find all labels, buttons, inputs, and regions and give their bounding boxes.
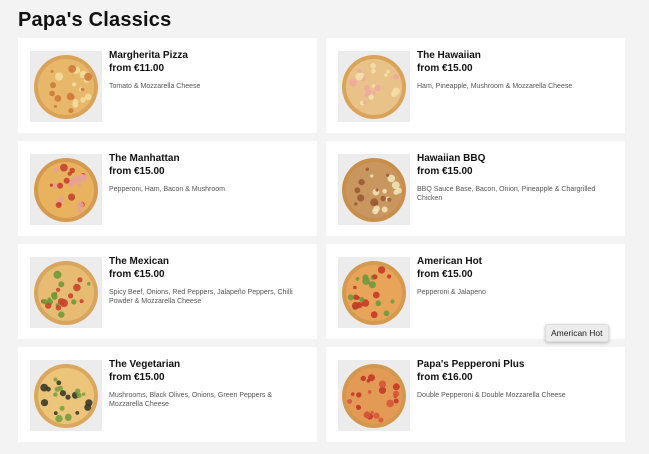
- item-price: from €15.00: [109, 166, 165, 177]
- pizza-graphic: [34, 157, 98, 222]
- tooltip: American Hot: [545, 324, 609, 342]
- pizza-graphic: [342, 260, 406, 325]
- item-price: from €11.00: [109, 63, 165, 74]
- item-name: Margherita Pizza: [109, 50, 188, 61]
- item-price: from €15.00: [417, 63, 473, 74]
- menu-card[interactable]: The Manhattan from €15.00 Pepperoni, Ham…: [18, 141, 317, 236]
- item-description: Tomato & Mozzarella Cheese: [109, 83, 201, 90]
- item-description: Ham, Pineapple, Mushroom & Mozzarella Ch…: [417, 83, 573, 90]
- item-description: Double Pepperoni & Double Mozzarella Che…: [417, 392, 566, 399]
- item-price: from €15.00: [417, 269, 473, 280]
- item-description: Mushrooms, Black Olives, Onions, Green P…: [109, 392, 273, 408]
- menu-card[interactable]: The Vegetarian from €15.00 Mushrooms, Bl…: [18, 347, 317, 442]
- pizza-graphic: [34, 363, 98, 428]
- item-price: from €15.00: [109, 372, 165, 383]
- pizza-graphic: [34, 54, 98, 119]
- pizza-hawaiian: [338, 51, 410, 122]
- pizza-american-hot: [338, 257, 410, 328]
- pizza-manhattan: [30, 154, 102, 225]
- page-title: Papa's Classics: [18, 9, 172, 31]
- menu-card[interactable]: Papa's Pepperoni Plus from €16.00 Double…: [326, 347, 625, 442]
- item-name: Hawaiian BBQ: [417, 153, 486, 164]
- pizza-hawaiian-bbq: [338, 154, 410, 225]
- item-name: The Hawaiian: [417, 50, 481, 61]
- menu-card[interactable]: The Mexican from €15.00 Spicy Beef, Onio…: [18, 244, 317, 339]
- menu-card[interactable]: Hawaiian BBQ from €15.00 BBQ Sauce Base,…: [326, 141, 625, 236]
- pizza-graphic: [342, 363, 406, 428]
- item-name: American Hot: [417, 256, 483, 267]
- pizza-graphic: [34, 260, 98, 325]
- menu-card[interactable]: The Hawaiian from €15.00 Ham, Pineapple,…: [326, 38, 625, 133]
- item-price: from €16.00: [417, 372, 473, 383]
- item-name: Papa's Pepperoni Plus: [417, 359, 525, 370]
- pizza-graphic: [342, 54, 406, 119]
- pizza-pepperoni-plus: [338, 360, 410, 431]
- pizza-mexican: [30, 257, 102, 328]
- item-description: Spicy Beef, Onions, Red Peppers, Jalapeñ…: [109, 289, 293, 305]
- item-description: BBQ Sauce Base, Bacon, Onion, Pineapple …: [417, 186, 596, 202]
- pizza-vegetarian: [30, 360, 102, 431]
- item-name: The Manhattan: [109, 153, 180, 164]
- item-name: The Mexican: [109, 256, 170, 267]
- menu-grid: Margherita Pizza from €11.00 Tomato & Mo…: [18, 38, 625, 442]
- item-description: Pepperoni & Jalapeno: [417, 289, 486, 296]
- item-name: The Vegetarian: [109, 359, 181, 370]
- pizza-graphic: [342, 157, 406, 222]
- item-description: Pepperoni, Ham, Bacon & Mushroom: [109, 186, 225, 193]
- item-price: from €15.00: [417, 166, 473, 177]
- pizza-margherita: [30, 51, 102, 122]
- item-price: from €15.00: [109, 269, 165, 280]
- menu-card[interactable]: Margherita Pizza from €11.00 Tomato & Mo…: [18, 38, 317, 133]
